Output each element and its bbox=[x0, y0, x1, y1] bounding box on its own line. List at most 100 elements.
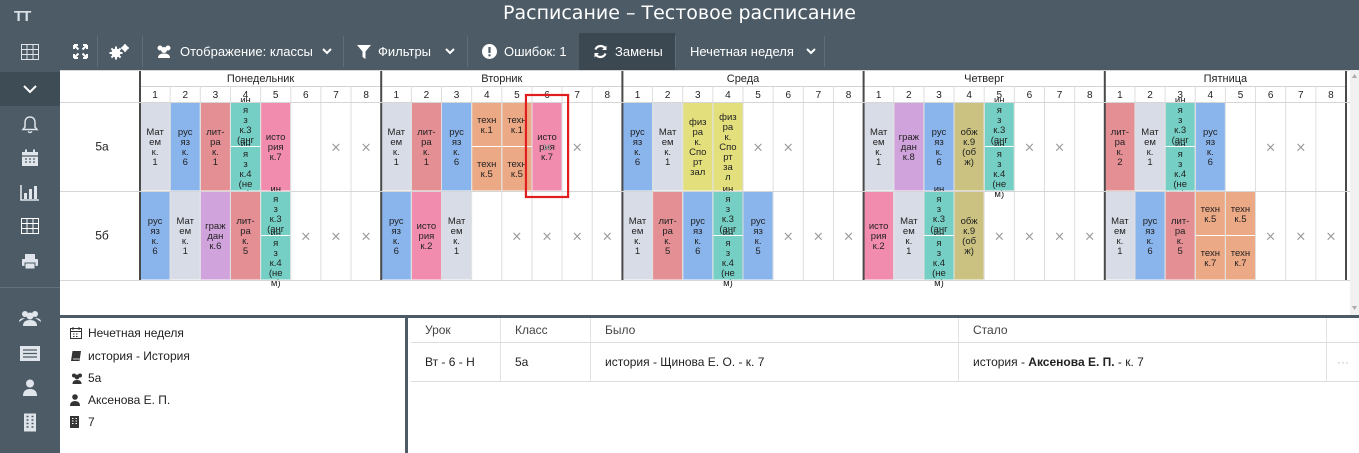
substitutions-table: Урок Класс Было Стало Вт - 6 - Н 5а исто… bbox=[411, 318, 1359, 453]
lesson-text: 1 bbox=[665, 157, 670, 168]
settings-button[interactable] bbox=[109, 33, 137, 70]
period-number: 2 bbox=[424, 90, 430, 101]
empty-slot-mark[interactable]: × bbox=[542, 141, 553, 156]
col-header-lesson[interactable]: Урок bbox=[411, 318, 451, 342]
info-room: 7 bbox=[70, 415, 95, 429]
empty-slot-mark[interactable]: × bbox=[331, 141, 342, 156]
lesson-text: к.1 bbox=[481, 125, 493, 136]
empty-slot-mark[interactable]: × bbox=[602, 230, 613, 245]
empty-slot-mark[interactable]: × bbox=[783, 141, 794, 156]
period-number: 7 bbox=[816, 90, 822, 101]
chevron-down-icon bbox=[322, 48, 332, 55]
period-number: 6 bbox=[785, 90, 791, 101]
period-number: 1 bbox=[1117, 90, 1123, 101]
period-number: 6 bbox=[303, 90, 309, 101]
empty-slot-mark[interactable]: × bbox=[572, 230, 583, 245]
lesson-text: 1 bbox=[635, 246, 640, 257]
empty-slot-mark[interactable]: × bbox=[1024, 141, 1035, 156]
chevron-down-icon[interactable] bbox=[0, 72, 60, 106]
empty-slot-mark[interactable]: × bbox=[1084, 230, 1095, 245]
print-icon[interactable] bbox=[0, 244, 60, 278]
schedule-grid: Понедельник Вторник Среда Четверг Пятница 1 2 3… bbox=[60, 70, 1359, 315]
empty-slot-mark[interactable]: × bbox=[300, 230, 311, 245]
class-label[interactable]: 5а bbox=[95, 140, 109, 154]
period-number: 5 bbox=[514, 90, 520, 101]
period-number: 3 bbox=[936, 90, 942, 101]
period-number: 7 bbox=[333, 90, 339, 101]
empty-slot-mark[interactable]: × bbox=[843, 230, 854, 245]
bell-icon[interactable] bbox=[0, 107, 60, 141]
period-number: 8 bbox=[1328, 90, 1334, 101]
class-label[interactable]: 5б bbox=[95, 229, 109, 243]
period-number: 8 bbox=[846, 90, 852, 101]
lesson-text: м) bbox=[934, 278, 944, 289]
users-icon bbox=[155, 45, 173, 58]
col-header-was[interactable]: Было bbox=[591, 318, 635, 342]
empty-slot-mark[interactable]: × bbox=[1295, 141, 1306, 156]
empty-slot-mark[interactable]: × bbox=[1054, 230, 1065, 245]
empty-slot-mark[interactable]: × bbox=[361, 141, 372, 156]
week-dropdown[interactable]: Нечетная неделя bbox=[690, 33, 816, 70]
scrollbar-track[interactable] bbox=[1350, 70, 1359, 315]
empty-slot-mark[interactable]: × bbox=[753, 141, 764, 156]
period-number: 4 bbox=[1208, 90, 1214, 101]
info-room-text: 7 bbox=[88, 415, 95, 429]
bottom-panel: Нечетная неделя история - История 5а Акс… bbox=[60, 315, 1359, 453]
errors-label: Ошибок: 1 bbox=[504, 44, 567, 59]
grid-icon[interactable] bbox=[0, 35, 60, 69]
lesson-text: ж) bbox=[964, 246, 974, 257]
empty-slot-mark[interactable]: × bbox=[994, 230, 1005, 245]
calendar-icon[interactable] bbox=[0, 141, 60, 175]
errors-button[interactable]: Ошибок: 1 bbox=[482, 33, 567, 70]
lesson-text: 1 bbox=[424, 157, 429, 168]
day-header: Вторник bbox=[481, 73, 522, 85]
empty-slot-mark[interactable]: × bbox=[542, 230, 553, 245]
empty-slot-mark[interactable]: × bbox=[1265, 230, 1276, 245]
col-header-now[interactable]: Стало bbox=[959, 318, 1008, 342]
users-icon[interactable] bbox=[0, 301, 60, 335]
period-number: 3 bbox=[695, 90, 701, 101]
substitutions-button[interactable]: Замены bbox=[579, 33, 675, 70]
expand-icon bbox=[73, 44, 88, 59]
lesson-text: ж) bbox=[964, 157, 974, 168]
lesson-text: 1 bbox=[183, 246, 188, 257]
info-week: Нечетная неделя bbox=[70, 326, 184, 340]
lesson-text: 5 bbox=[755, 246, 760, 257]
day-header: Пятница bbox=[1204, 73, 1248, 85]
empty-slot-mark[interactable]: × bbox=[511, 230, 522, 245]
empty-slot-mark[interactable]: × bbox=[813, 230, 824, 245]
lesson-info-panel: Нечетная неделя история - История 5а Акс… bbox=[60, 318, 408, 453]
filter-icon bbox=[357, 44, 371, 59]
lesson-text: м) bbox=[994, 189, 1004, 200]
empty-slot-mark[interactable]: × bbox=[1295, 230, 1306, 245]
col-header-class[interactable]: Класс bbox=[501, 318, 548, 342]
lesson-text: 1 bbox=[876, 157, 881, 168]
display-mode-dropdown[interactable]: Отображение: классы bbox=[155, 33, 332, 70]
filters-dropdown[interactable]: Фильтры bbox=[357, 33, 455, 70]
lesson-text: 1 bbox=[394, 157, 399, 168]
period-number: 2 bbox=[1147, 90, 1153, 101]
empty-slot-mark[interactable]: × bbox=[783, 230, 794, 245]
empty-slot-mark[interactable]: × bbox=[361, 230, 372, 245]
bar-chart-icon[interactable] bbox=[0, 175, 60, 209]
empty-slot-mark[interactable]: × bbox=[1024, 230, 1035, 245]
building-icon[interactable] bbox=[0, 405, 60, 439]
lesson-text: к.7 bbox=[270, 152, 282, 163]
lesson-text: 1 bbox=[213, 157, 218, 168]
lesson-text: м) bbox=[271, 278, 281, 289]
table-icon[interactable] bbox=[0, 209, 60, 243]
row-menu-icon[interactable]: ··· bbox=[1329, 343, 1349, 381]
cell-now-room: - к. 7 bbox=[1114, 355, 1144, 369]
fullscreen-button[interactable] bbox=[73, 33, 95, 70]
empty-slot-mark[interactable]: × bbox=[572, 141, 583, 156]
user-icon[interactable] bbox=[0, 370, 60, 404]
empty-slot-mark[interactable]: × bbox=[1265, 141, 1276, 156]
empty-slot-mark[interactable]: × bbox=[331, 230, 342, 245]
period-number: 3 bbox=[454, 90, 460, 101]
empty-slot-mark[interactable]: × bbox=[1325, 230, 1336, 245]
list-icon[interactable] bbox=[0, 336, 60, 370]
cell-now-teacher: Аксенова Е. П. bbox=[1028, 355, 1115, 369]
empty-slot-mark[interactable]: × bbox=[1054, 141, 1065, 156]
substitutions-label: Замены bbox=[615, 44, 663, 59]
period-number: 5 bbox=[273, 90, 279, 101]
